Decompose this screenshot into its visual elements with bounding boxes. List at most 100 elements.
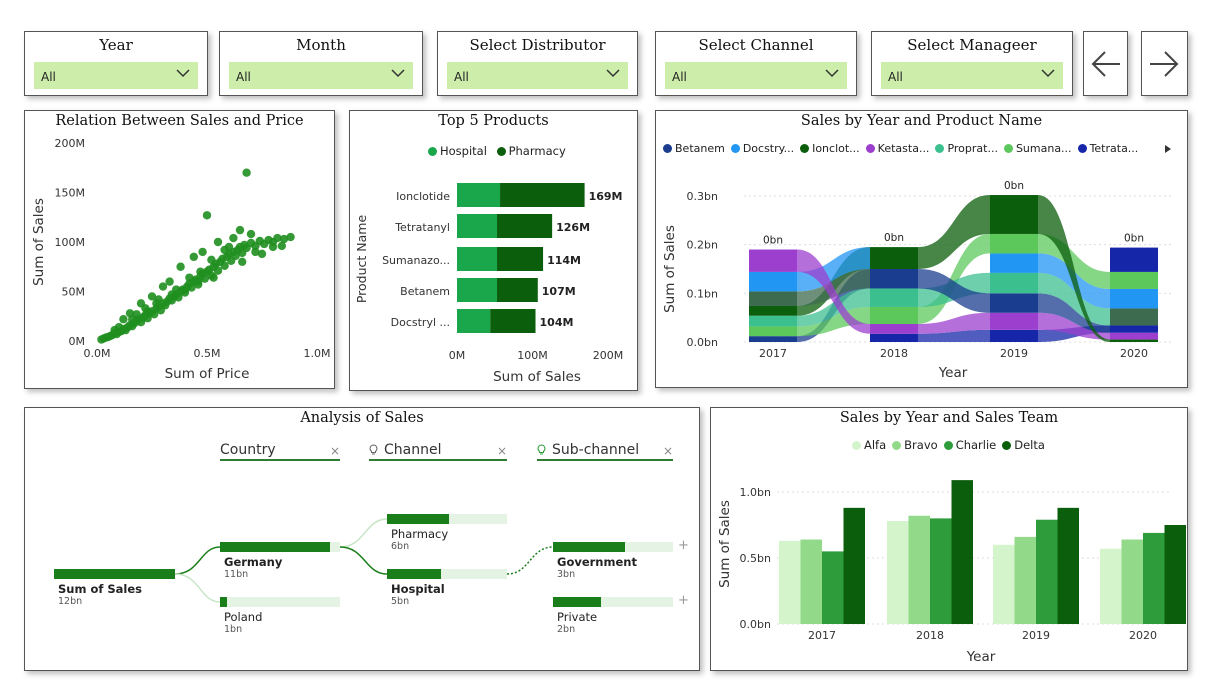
bar-bravo xyxy=(1014,536,1036,624)
ribbon-segment xyxy=(990,329,1038,342)
ribbon-segment xyxy=(990,312,1038,330)
ribbon-segment xyxy=(990,272,1038,294)
manager-dropdown[interactable]: All xyxy=(881,62,1063,89)
x-tick-label: 0.5M xyxy=(194,347,221,360)
chevron-down-icon xyxy=(391,69,405,78)
total-label: 0bn xyxy=(1124,233,1144,245)
channel-dropdown-value: All xyxy=(672,70,687,84)
year-dropdown[interactable]: All xyxy=(34,62,198,89)
x-axis-title: Sum of Price xyxy=(165,366,250,382)
scatter-chart: 0M50M100M150M200M0.0M 0.5M 1.0MSum of Pric… xyxy=(31,137,330,382)
node-label: Private xyxy=(557,610,598,624)
ribbon-segment xyxy=(870,247,918,269)
ribbon-segment xyxy=(990,253,1038,273)
node-bar xyxy=(54,569,175,579)
ribbon-segment xyxy=(990,293,1038,313)
y-axis-title: Sum of Sales xyxy=(31,198,47,286)
bar-alfa xyxy=(993,544,1015,624)
scatter-point xyxy=(202,211,212,220)
node-bar xyxy=(553,542,625,552)
ribbon-visual[interactable]: Sales by Year and Product Name Betanem Do… xyxy=(655,110,1188,388)
distributor-filter[interactable]: Select Distributor All xyxy=(437,31,638,96)
scatter-point xyxy=(180,285,190,294)
scatter-point xyxy=(176,262,185,271)
node-value: 5bn xyxy=(391,596,410,607)
scatter-point xyxy=(185,273,194,282)
bar-total-label: 114M xyxy=(547,254,581,267)
ribbon-chart: 0.0bn 0.1bn 0.2bn 0.3bn 0bn 2017 0bn 2018 0bn 201… xyxy=(662,180,1171,381)
scatter-point xyxy=(268,242,278,252)
scatter-point xyxy=(198,247,207,257)
ribbon-segment xyxy=(749,315,797,327)
x-axis-title: Year xyxy=(966,649,996,665)
y-tick-label: 0.0bn xyxy=(687,336,718,349)
top5-visual[interactable]: Top 5 Products Hospital Pharmacy Ionclot… xyxy=(349,110,638,391)
scatter-point xyxy=(209,273,218,282)
node-value: 6bn xyxy=(391,541,410,552)
month-dropdown[interactable]: All xyxy=(229,62,413,89)
x-tick-label: 2020 xyxy=(1120,347,1148,360)
scatter-visual[interactable]: Relation Between Sales and Price 0M 50M 10… xyxy=(24,110,335,389)
x-tick-label: 2018 xyxy=(916,629,944,642)
category-label: Betanem xyxy=(400,285,450,298)
bar-alfa xyxy=(887,521,909,624)
x-tick-label: 0.0M xyxy=(84,347,111,360)
scatter-point xyxy=(235,225,245,235)
bar-bravo xyxy=(908,515,930,624)
ribbon-segment xyxy=(1110,339,1158,342)
ribbon-band xyxy=(918,195,990,269)
team-visual[interactable]: Sales by Year and Sales Team Alfa Bravo Ch… xyxy=(710,407,1188,671)
channel-filter[interactable]: Select Channel All xyxy=(655,31,857,96)
decomposition-connectors xyxy=(174,518,554,603)
x-axis-title: Sum of Sales xyxy=(493,369,581,385)
total-label: 0bn xyxy=(763,235,783,247)
y-tick-label: 0.3bn xyxy=(687,190,718,203)
ribbon-segment xyxy=(990,195,1038,234)
x-tick-label: 2019 xyxy=(1022,629,1050,642)
ribbon-segment xyxy=(870,323,918,334)
year-filter-title: Year xyxy=(99,36,133,54)
forward-button[interactable] xyxy=(1141,31,1188,96)
scatter-point xyxy=(257,249,267,259)
scatter-point xyxy=(143,307,152,316)
bar-hospital xyxy=(457,214,498,238)
scatter-point xyxy=(158,282,168,291)
node-label: Pharmacy xyxy=(391,527,449,541)
node-bar xyxy=(220,597,228,607)
expand-plus-icon[interactable]: + xyxy=(678,538,689,553)
bar-pharmacy xyxy=(500,183,585,207)
scatter-point xyxy=(110,325,119,335)
bar-delta xyxy=(951,480,973,624)
bar-pharmacy xyxy=(490,309,536,333)
ribbon-segment xyxy=(1110,247,1158,272)
ribbon-segment xyxy=(749,271,797,292)
manager-filter[interactable]: Select Manageer All xyxy=(871,31,1073,96)
year-filter[interactable]: Year All xyxy=(24,31,208,96)
back-button[interactable] xyxy=(1083,31,1128,96)
month-filter[interactable]: Month All xyxy=(219,31,423,96)
ribbon-segment xyxy=(749,291,797,306)
node-value: 2bn xyxy=(557,624,576,635)
ribbon-segment xyxy=(1110,308,1158,326)
y-tick-label: 50M xyxy=(62,286,86,299)
bar-bravo xyxy=(1121,539,1143,624)
expand-plus-icon[interactable]: + xyxy=(678,593,689,608)
bar-delta xyxy=(1057,507,1079,624)
ribbon-segment xyxy=(1110,288,1158,309)
ribbon-segment xyxy=(749,326,797,337)
bar-delta xyxy=(843,507,865,624)
ribbon-segment xyxy=(990,233,1038,254)
decomposition-visual[interactable]: Analysis of Sales Country × Channel × Su… xyxy=(24,407,700,671)
channel-dropdown[interactable]: All xyxy=(665,62,847,89)
distributor-dropdown[interactable]: All xyxy=(447,62,628,89)
bar-hospital xyxy=(457,183,501,207)
scatter-point xyxy=(277,241,286,251)
top5-chart: Ionclotide 169M Tetratanyl 126M Sumanazo... 1… xyxy=(354,183,623,385)
scatter-point xyxy=(229,233,238,243)
y-axis-title: Sum of Sales xyxy=(717,500,733,588)
node-label: Germany xyxy=(224,555,283,569)
distributor-filter-title: Select Distributor xyxy=(469,36,606,54)
x-tick-label: 2018 xyxy=(880,347,908,360)
manager-filter-title: Select Manageer xyxy=(907,36,1037,54)
bar-hospital xyxy=(457,278,498,302)
